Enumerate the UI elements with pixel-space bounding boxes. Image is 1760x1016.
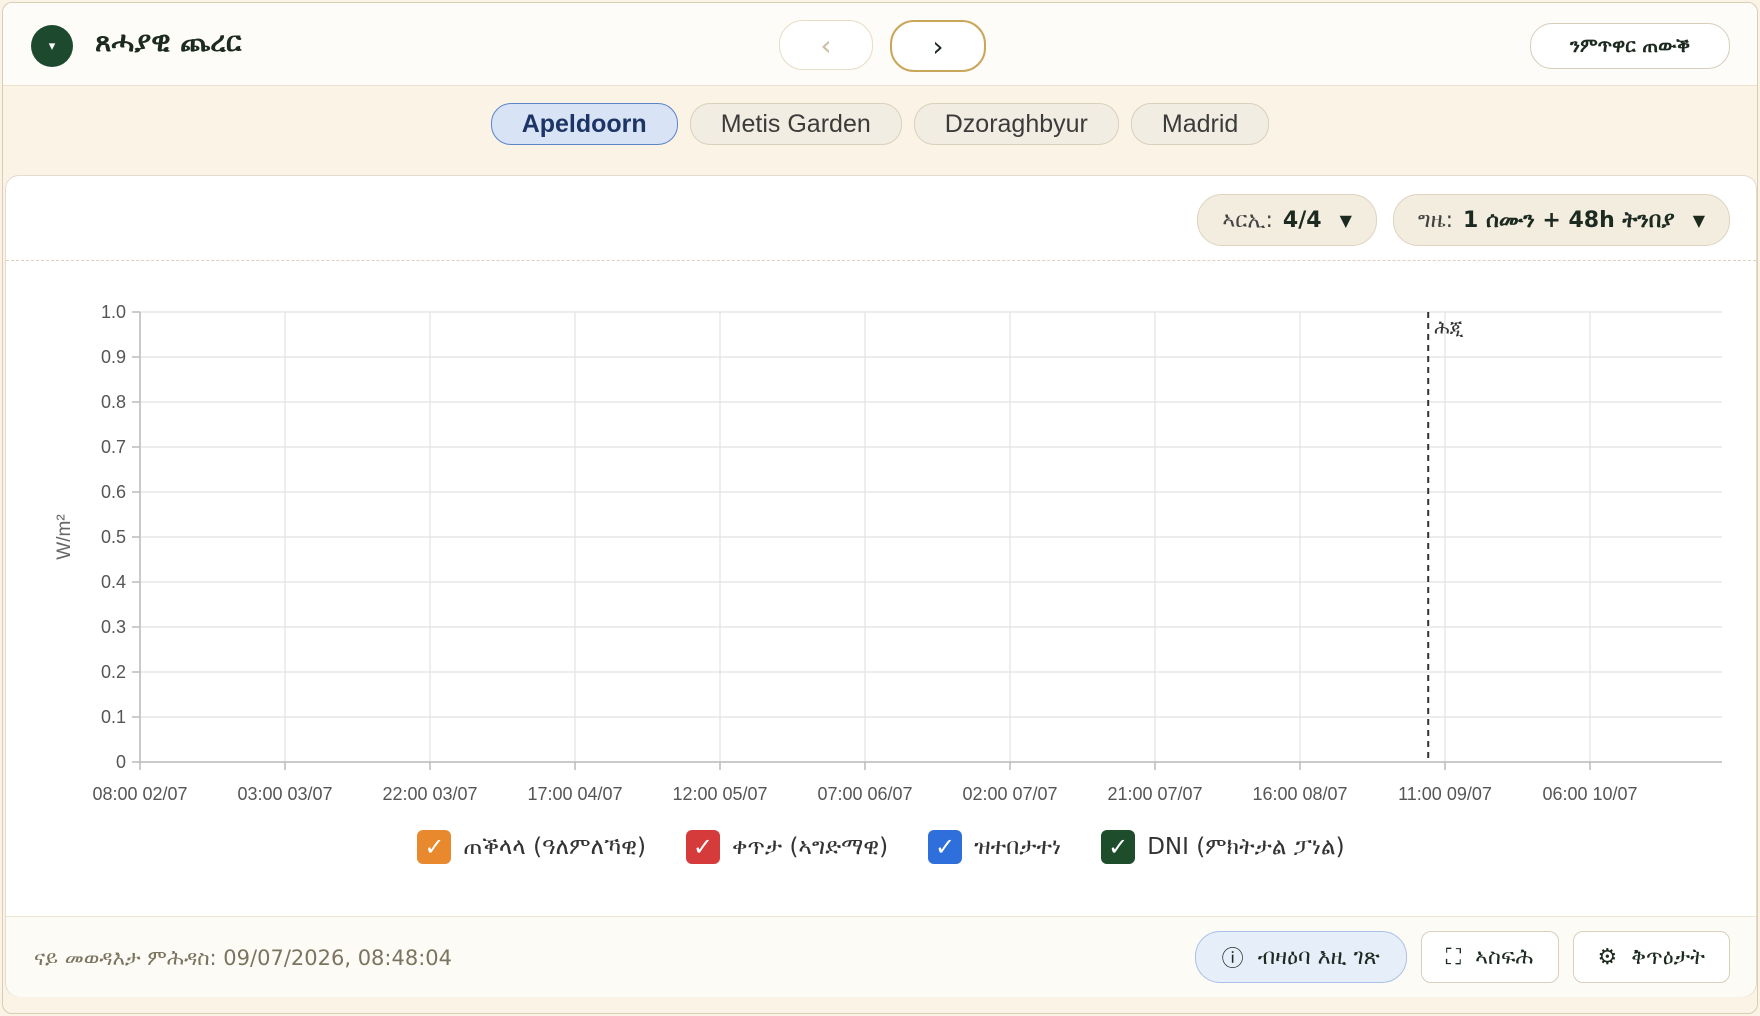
y-tick-label: 0.9 (101, 347, 126, 367)
x-tick-label: 02:00 07/07 (962, 784, 1057, 804)
legend-item-global[interactable]: ✓ ጠቕላላ (ዓለምለኻዊ) (417, 830, 646, 864)
tab-apeldoorn[interactable]: Apeldoorn (490, 103, 678, 145)
footer-actions: ⓘ ብዛዕባ እዚ ገጽ ⛶ ኣስፍሕ ⚙ ቅጥዕታት (1194, 931, 1730, 983)
legend-item-direct[interactable]: ✓ ቀጥታ (ኣግድማዊ) (685, 830, 889, 864)
info-icon: ⓘ (1221, 947, 1244, 972)
y-tick-label: 0.2 (101, 662, 126, 682)
legend-label: DNI (ምክትታል ፓነል) (1147, 834, 1345, 860)
previous-button[interactable]: ‹ (779, 20, 873, 70)
x-tick-label: 08:00 02/07 (92, 784, 187, 804)
y-tick-label: 1.0 (101, 302, 126, 322)
chart-legend: ✓ ጠቕላላ (ዓለምለኻዊ) ✓ ቀጥታ (ኣግድማዊ) ✓ ዝተበታተነ ✓… (6, 830, 1756, 864)
location-tabs: Apeldoorn Metis Garden Dzoraghbyur Madri… (3, 103, 1757, 145)
about-button-label: ብዛዕባ እዚ ገጽ (1257, 944, 1380, 970)
about-button[interactable]: ⓘ ብዛዕባ እዚ ገጽ (1194, 931, 1407, 983)
x-tick-label: 16:00 08/07 (1252, 784, 1347, 804)
y-tick-label: 0.8 (101, 392, 126, 412)
gear-icon: ⚙ (1597, 944, 1618, 970)
tab-metis-garden[interactable]: Metis Garden (689, 103, 902, 145)
legend-label: ቀጥታ (ኣግድማዊ) (731, 834, 889, 860)
y-tick-label: 0.1 (101, 707, 126, 727)
legend-label: ጠቕላላ (ዓለምለኻዊ) (463, 834, 646, 860)
settings-button[interactable]: ⚙ ቅጥዕታት (1572, 931, 1730, 983)
tab-madrid[interactable]: Madrid (1130, 103, 1270, 145)
legend-label: ዝተበታተነ (974, 834, 1062, 860)
x-tick-label: 21:00 07/07 (1107, 784, 1202, 804)
footer: ናይ መወዳእታ ምሕዳስ: 09/07/2026, 08:48:04 ⓘ ብዛ… (6, 916, 1756, 997)
irradiance-chart: 0 0.1 0.2 0.3 0.4 0.5 0.6 0.7 0.8 0.9 1.0 08:00 02/… (54, 302, 1722, 804)
last-updated-text: ናይ መወዳእታ ምሕዳስ: 09/07/2026, 08:48:04 (34, 946, 453, 970)
now-marker-label: ሕጂ (1434, 317, 1464, 339)
menu-toggle-icon[interactable]: ▾ (31, 25, 73, 67)
checkbox-icon[interactable]: ✓ (1101, 830, 1136, 864)
chart-card: ኣርኢ: 4/4 ▼ ግዜ: 1 ሰሙን + 48h ትንበያ ▼ 0 0.1 0.… (5, 175, 1757, 997)
y-tick-label: 0.6 (101, 482, 126, 502)
y-tick-label: 0.5 (101, 527, 126, 547)
app-title: ጸሓያዊ ጨረር (95, 25, 242, 58)
fullscreen-button-label: ኣስፍሕ (1475, 944, 1534, 970)
x-tick-label: 22:00 03/07 (382, 784, 477, 804)
y-tick-label: 0 (116, 752, 126, 772)
x-tick-label: 03:00 03/07 (237, 784, 332, 804)
settings-button-label: ቅጥዕታት (1631, 944, 1705, 970)
legend-item-dni[interactable]: ✓ DNI (ምክትታል ፓነል) (1101, 830, 1345, 864)
fullscreen-button[interactable]: ⛶ ኣስፍሕ (1420, 931, 1559, 983)
x-tick-label: 06:00 10/07 (1542, 784, 1637, 804)
y-tick-label: 0.3 (101, 617, 126, 637)
legend-item-diffuse[interactable]: ✓ ዝተበታተነ (928, 830, 1061, 864)
x-tick-label: 11:00 09/07 (1398, 784, 1492, 804)
tab-dzoraghbyur[interactable]: Dzoraghbyur (913, 103, 1119, 145)
next-button[interactable]: › (890, 20, 986, 72)
checkbox-icon[interactable]: ✓ (928, 830, 963, 864)
x-tick-label: 12:00 05/07 (672, 784, 767, 804)
top-bar: ▾ ጸሓያዊ ጨረር ‹ › ንምጥዋር ጠውቕ (3, 3, 1757, 86)
x-tick-label: 07:00 06/07 (817, 784, 912, 804)
checkbox-icon[interactable]: ✓ (417, 830, 452, 864)
fullscreen-icon: ⛶ (1445, 944, 1462, 970)
y-axis-label: W/m² (54, 514, 75, 559)
y-tick-label: 0.4 (101, 572, 126, 592)
x-tick-label: 17:00 04/07 (527, 784, 622, 804)
checkbox-icon[interactable]: ✓ (685, 830, 720, 864)
pin-button[interactable]: ንምጥዋር ጠውቕ (1530, 23, 1730, 69)
app-window: ▾ ጸሓያዊ ጨረር ‹ › ንምጥዋር ጠውቕ Apeldoorn Metis… (2, 2, 1758, 1014)
y-tick-label: 0.7 (101, 437, 126, 457)
